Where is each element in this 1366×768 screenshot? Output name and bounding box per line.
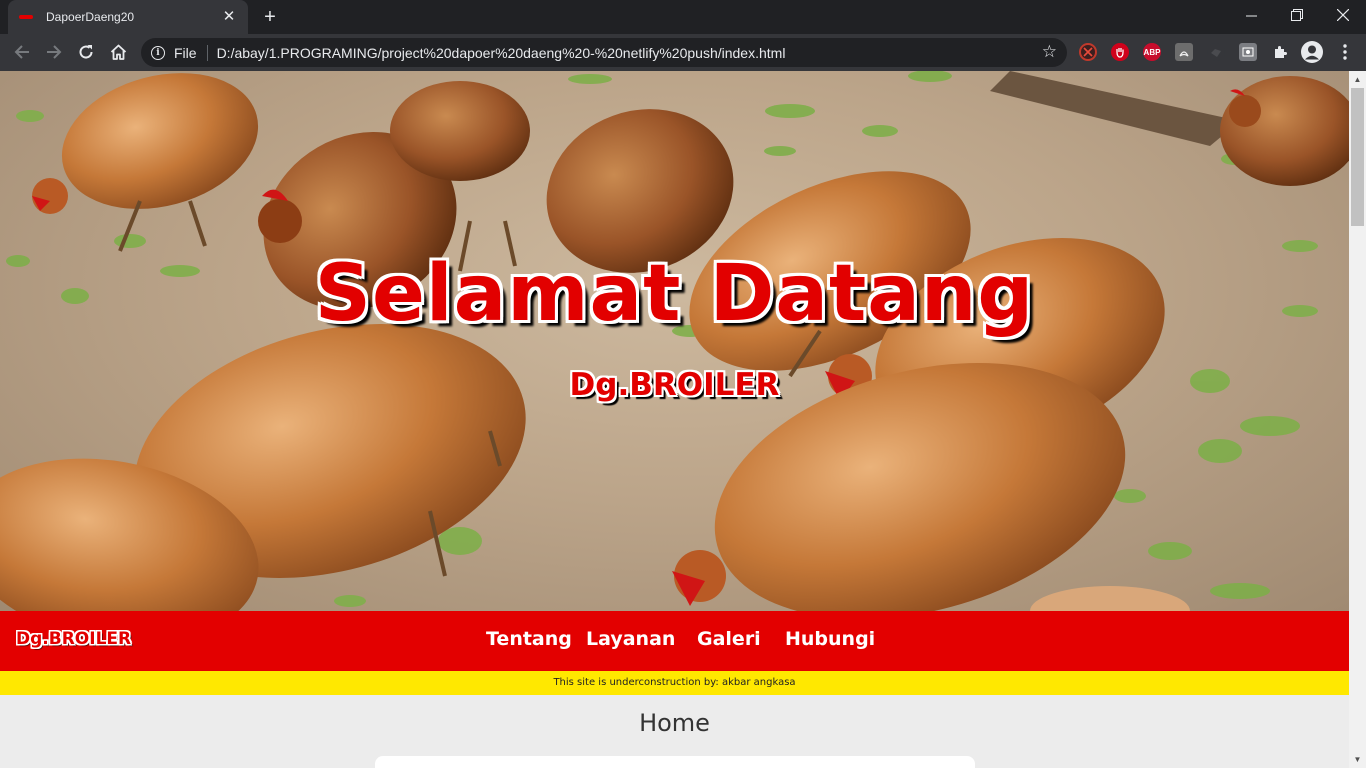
tab-title: DapoerDaeng20: [46, 10, 135, 24]
browser-tab[interactable]: DapoerDaeng20 ✕: [8, 0, 248, 34]
scroll-up-icon[interactable]: ▲: [1349, 71, 1366, 88]
minimize-icon[interactable]: [1228, 0, 1274, 30]
pdf-extension-icon[interactable]: [1175, 43, 1193, 61]
section-title: Home: [639, 709, 710, 737]
browser-toolbar: i File D:/abay/1.PROGRAMING/project%20da…: [0, 34, 1366, 71]
site-info-icon[interactable]: i: [151, 45, 165, 60]
dark-extension-icon[interactable]: [1207, 43, 1225, 61]
site-navbar: Dg.BROILER Tentang Layanan Galeri Hubung…: [0, 611, 1349, 671]
scroll-down-icon[interactable]: ▼: [1349, 751, 1366, 768]
address-bar[interactable]: i File D:/abay/1.PROGRAMING/project%20da…: [141, 38, 1067, 67]
scroll-thumb[interactable]: [1351, 88, 1364, 226]
close-window-icon[interactable]: [1320, 0, 1366, 30]
content-card: [375, 756, 975, 768]
url-text[interactable]: D:/abay/1.PROGRAMING/project%20dapoer%20…: [217, 45, 786, 61]
adblock-plus-icon[interactable]: ABP: [1143, 43, 1161, 61]
tab-strip: DapoerDaeng20 ✕ +: [0, 0, 1366, 34]
nav-link-tentang[interactable]: Tentang: [486, 628, 572, 650]
construction-notice: This site is underconstruction by: akbar…: [0, 671, 1349, 695]
profile-icon[interactable]: [1301, 41, 1323, 63]
back-icon[interactable]: [8, 38, 36, 66]
page-viewport: Selamat Datang Dg.BROILER Dg.BROILER Ten…: [0, 71, 1366, 768]
site-logo[interactable]: Dg.BROILER: [16, 629, 131, 649]
photo-extension-icon[interactable]: [1239, 43, 1257, 61]
nav-link-hubungi[interactable]: Hubungi: [785, 628, 875, 650]
kebab-menu-icon[interactable]: [1336, 43, 1354, 61]
puzzle-icon[interactable]: [1271, 43, 1289, 61]
hero-banner: Selamat Datang Dg.BROILER: [0, 71, 1349, 611]
site-favicon-icon: [18, 9, 34, 25]
nav-link-galeri[interactable]: Galeri: [697, 628, 761, 650]
reload-icon[interactable]: [72, 38, 100, 66]
hero-title: Selamat Datang: [314, 249, 1035, 339]
scheme-label: File: [174, 44, 197, 61]
hero-subtitle: Dg.BROILER: [569, 367, 780, 403]
restore-icon[interactable]: [1274, 0, 1320, 30]
omnibox-divider: [206, 44, 208, 61]
page-scrollbar[interactable]: ▲ ▼: [1349, 71, 1366, 768]
new-tab-button[interactable]: +: [258, 5, 282, 29]
stop-hand-extension-icon[interactable]: [1111, 43, 1129, 61]
nav-link-layanan[interactable]: Layanan: [586, 628, 675, 650]
hero-chicken-photo: [0, 71, 1349, 611]
home-icon[interactable]: [104, 38, 132, 66]
no-entry-extension-icon[interactable]: [1079, 43, 1097, 61]
bookmark-star-icon[interactable]: ☆: [1042, 42, 1057, 62]
forward-icon[interactable]: [40, 38, 68, 66]
tab-close-icon[interactable]: ✕: [220, 8, 238, 26]
